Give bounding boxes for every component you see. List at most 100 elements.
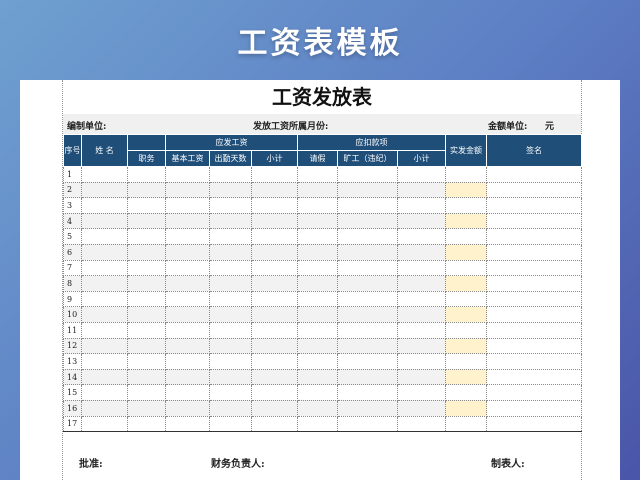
signature-cell[interactable] (486, 321, 582, 339)
data-cell[interactable] (251, 197, 298, 214)
data-cell[interactable] (165, 243, 210, 261)
data-cell[interactable] (127, 243, 166, 261)
data-cell[interactable] (127, 259, 166, 277)
data-cell[interactable] (209, 399, 252, 417)
data-cell[interactable] (165, 306, 210, 323)
signature-cell[interactable] (486, 384, 582, 401)
data-cell[interactable] (81, 259, 128, 277)
data-cell[interactable] (127, 181, 166, 199)
data-cell[interactable] (297, 368, 338, 386)
net-amount-cell[interactable] (445, 166, 487, 183)
data-cell[interactable] (165, 259, 210, 277)
data-cell[interactable] (127, 337, 166, 355)
data-cell[interactable] (337, 212, 398, 230)
net-amount-cell[interactable] (445, 337, 487, 355)
data-cell[interactable] (397, 166, 446, 183)
data-cell[interactable] (251, 399, 298, 417)
data-cell[interactable] (81, 384, 128, 401)
data-cell[interactable] (397, 259, 446, 277)
data-cell[interactable] (165, 228, 210, 245)
data-cell[interactable] (297, 384, 338, 401)
data-cell[interactable] (397, 306, 446, 323)
data-cell[interactable] (337, 181, 398, 199)
data-cell[interactable] (397, 197, 446, 214)
data-cell[interactable] (165, 368, 210, 386)
data-cell[interactable] (81, 197, 128, 214)
signature-cell[interactable] (486, 259, 582, 277)
data-cell[interactable] (297, 197, 338, 214)
data-cell[interactable] (397, 275, 446, 292)
data-cell[interactable] (81, 181, 128, 199)
data-cell[interactable] (127, 321, 166, 339)
data-cell[interactable] (397, 384, 446, 401)
data-cell[interactable] (297, 166, 338, 183)
net-amount-cell[interactable] (445, 228, 487, 245)
data-cell[interactable] (297, 306, 338, 323)
data-cell[interactable] (209, 368, 252, 386)
data-cell[interactable] (251, 353, 298, 370)
data-cell[interactable] (397, 290, 446, 308)
signature-cell[interactable] (486, 243, 582, 261)
data-cell[interactable] (127, 290, 166, 308)
data-cell[interactable] (397, 399, 446, 417)
data-cell[interactable] (127, 353, 166, 370)
data-cell[interactable] (165, 197, 210, 214)
data-cell[interactable] (165, 290, 210, 308)
data-cell[interactable] (127, 384, 166, 401)
signature-cell[interactable] (486, 337, 582, 355)
data-cell[interactable] (397, 353, 446, 370)
data-cell[interactable] (165, 321, 210, 339)
data-cell[interactable] (337, 197, 398, 214)
signature-cell[interactable] (486, 275, 582, 292)
data-cell[interactable] (165, 212, 210, 230)
data-cell[interactable] (251, 275, 298, 292)
data-cell[interactable] (297, 259, 338, 277)
data-cell[interactable] (251, 212, 298, 230)
data-cell[interactable] (297, 275, 338, 292)
data-cell[interactable] (127, 197, 166, 214)
data-cell[interactable] (397, 243, 446, 261)
data-cell[interactable] (337, 384, 398, 401)
signature-cell[interactable] (486, 166, 582, 183)
data-cell[interactable] (209, 228, 252, 245)
signature-cell[interactable] (486, 306, 582, 323)
data-cell[interactable] (165, 415, 210, 433)
data-cell[interactable] (81, 275, 128, 292)
data-cell[interactable] (165, 399, 210, 417)
data-cell[interactable] (297, 290, 338, 308)
data-cell[interactable] (165, 166, 210, 183)
data-cell[interactable] (127, 306, 166, 323)
data-cell[interactable] (397, 321, 446, 339)
net-amount-cell[interactable] (445, 275, 487, 292)
net-amount-cell[interactable] (445, 259, 487, 277)
data-cell[interactable] (81, 321, 128, 339)
data-cell[interactable] (81, 243, 128, 261)
data-cell[interactable] (251, 415, 298, 433)
data-cell[interactable] (165, 337, 210, 355)
net-amount-cell[interactable] (445, 181, 487, 199)
data-cell[interactable] (81, 399, 128, 417)
net-amount-cell[interactable] (445, 306, 487, 323)
data-cell[interactable] (397, 415, 446, 433)
signature-cell[interactable] (486, 415, 582, 433)
net-amount-cell[interactable] (445, 243, 487, 261)
data-cell[interactable] (165, 275, 210, 292)
net-amount-cell[interactable] (445, 212, 487, 230)
net-amount-cell[interactable] (445, 399, 487, 417)
signature-cell[interactable] (486, 368, 582, 386)
net-amount-cell[interactable] (445, 415, 487, 433)
data-cell[interactable] (337, 228, 398, 245)
data-cell[interactable] (297, 415, 338, 433)
data-cell[interactable] (337, 337, 398, 355)
signature-cell[interactable] (486, 181, 582, 199)
data-cell[interactable] (81, 337, 128, 355)
data-cell[interactable] (337, 306, 398, 323)
signature-cell[interactable] (486, 228, 582, 245)
data-cell[interactable] (209, 181, 252, 199)
data-cell[interactable] (209, 259, 252, 277)
data-cell[interactable] (337, 166, 398, 183)
data-cell[interactable] (297, 321, 338, 339)
data-cell[interactable] (209, 415, 252, 433)
data-cell[interactable] (127, 275, 166, 292)
data-cell[interactable] (297, 181, 338, 199)
